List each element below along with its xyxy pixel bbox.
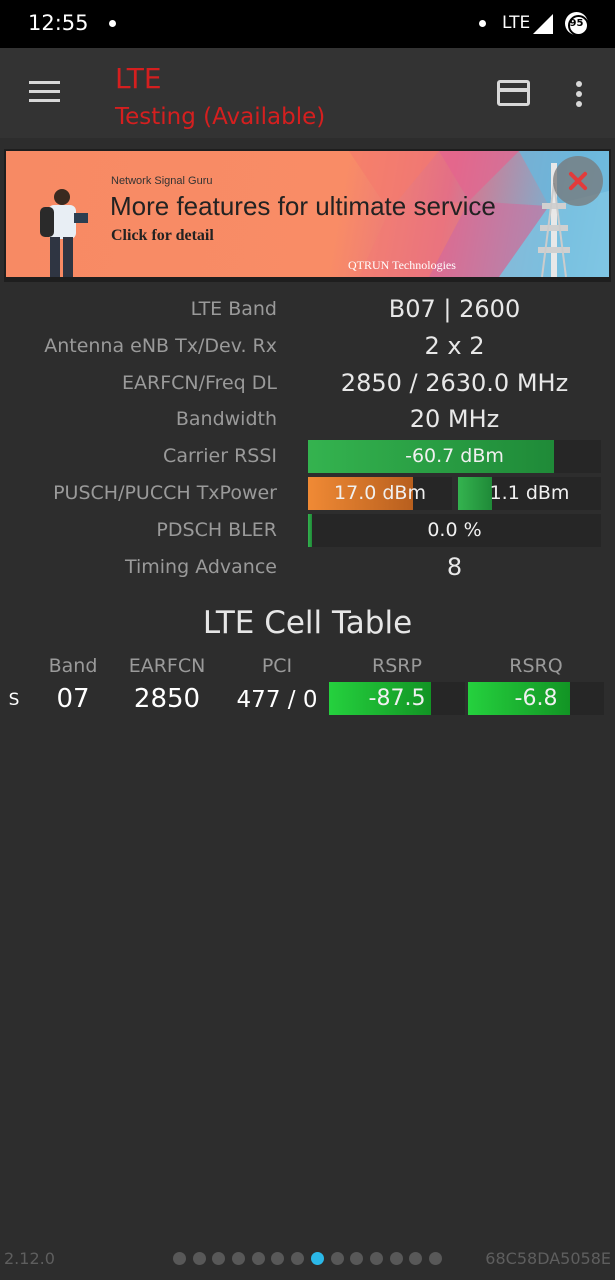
signal-strength-icon — [533, 14, 553, 34]
page-dot[interactable] — [232, 1252, 246, 1265]
pucch-txpower-bar: 1.1 dBm — [458, 477, 601, 510]
page-dot[interactable] — [428, 1252, 442, 1265]
more-options-icon[interactable] — [576, 81, 582, 107]
device-id: 68C58DA5058E — [485, 1249, 611, 1268]
ad-brand: Network Signal Guru — [111, 175, 213, 187]
cell-earfcn: 2850 — [133, 684, 201, 714]
cell-table-title: LTE Cell Table — [202, 605, 413, 641]
cell-rsrq-bar: -6.8 — [468, 682, 604, 715]
cell-type: S — [8, 690, 20, 710]
timing-advance-label: Timing Advance — [124, 556, 277, 578]
page-title: LTE — [115, 62, 162, 95]
bandwidth-value: 20 MHz — [409, 405, 500, 433]
cell-rsrp-value: -87.5 — [368, 686, 426, 711]
hamburger-menu-icon[interactable] — [29, 81, 61, 105]
lte-band-value: B07 | 2600 — [388, 295, 521, 323]
bler-value: 0.0 % — [427, 519, 482, 541]
pusch-txpower-value: 17.0 dBm — [334, 482, 426, 504]
txpower-label: PUSCH/PUCCH TxPower — [53, 482, 277, 504]
page-dot[interactable] — [330, 1252, 344, 1265]
ad-person-image — [40, 189, 88, 277]
credit-card-icon[interactable] — [497, 80, 530, 106]
cell-band: 07 — [56, 684, 90, 714]
ad-close-icon[interactable] — [553, 156, 603, 206]
pucch-txpower-value: 1.1 dBm — [489, 482, 570, 504]
page-dot[interactable] — [173, 1252, 186, 1265]
pusch-txpower-bar: 17.0 dBm — [308, 477, 452, 510]
ad-company: QTRUN Technologies — [348, 258, 456, 272]
app-version: 2.12.0 — [4, 1249, 55, 1268]
page-dot[interactable] — [192, 1252, 206, 1265]
antenna-value: 2 x 2 — [424, 332, 485, 360]
timing-advance-value: 8 — [446, 553, 463, 581]
notification-dot-icon — [109, 20, 116, 27]
app-bar: LTE Testing (Available) — [0, 48, 615, 138]
bler-label: PDSCH BLER — [156, 519, 277, 541]
header-rsrp: RSRP — [372, 655, 422, 677]
page-dot[interactable] — [291, 1252, 305, 1265]
page-dot[interactable] — [389, 1252, 403, 1265]
header-earfcn: EARFCN — [128, 655, 206, 677]
ad-banner[interactable]: Network Signal Guru More features for ul… — [4, 149, 611, 282]
carrier-rssi-value: -60.7 dBm — [405, 445, 504, 467]
page-dot[interactable] — [271, 1252, 285, 1265]
bandwidth-label: Bandwidth — [175, 408, 277, 430]
lte-band-label: LTE Band — [190, 298, 277, 320]
carrier-rssi-bar: -60.7 dBm — [308, 440, 601, 473]
earfcn-label: EARFCN/Freq DL — [122, 372, 277, 394]
antenna-label: Antenna eNB Tx/Dev. Rx — [44, 335, 277, 357]
page-subtitle: Testing (Available) — [115, 104, 326, 130]
header-band: Band — [48, 655, 98, 677]
status-time: 12:55 — [28, 11, 89, 35]
page-dot[interactable] — [409, 1252, 423, 1265]
cell-rsrp-bar: -87.5 — [329, 682, 465, 715]
earfcn-value: 2850 / 2630.0 MHz — [340, 369, 569, 397]
ad-headline: More features for ultimate service — [110, 191, 496, 221]
header-pci: PCI — [261, 655, 293, 677]
cell-rsrq-value: -6.8 — [514, 686, 558, 711]
notification-dot-icon — [479, 20, 486, 27]
page-dot[interactable] — [251, 1252, 265, 1265]
battery-icon: 95 — [565, 12, 589, 36]
page-indicator[interactable] — [173, 1252, 449, 1266]
page-dot[interactable] — [350, 1252, 364, 1265]
bler-bar: 0.0 % — [308, 514, 601, 547]
page-dot[interactable] — [212, 1252, 226, 1265]
page-dot[interactable] — [310, 1252, 324, 1265]
page-dot[interactable] — [369, 1252, 383, 1265]
carrier-rssi-label: Carrier RSSI — [163, 445, 277, 467]
status-bar: 12:55 LTE 95 — [0, 0, 615, 48]
header-rsrq: RSRQ — [509, 655, 563, 677]
status-network-type: LTE — [502, 13, 531, 33]
ad-cta-link[interactable]: Click for detail — [111, 227, 214, 245]
cell-pci: 477 / 0 — [236, 687, 318, 713]
